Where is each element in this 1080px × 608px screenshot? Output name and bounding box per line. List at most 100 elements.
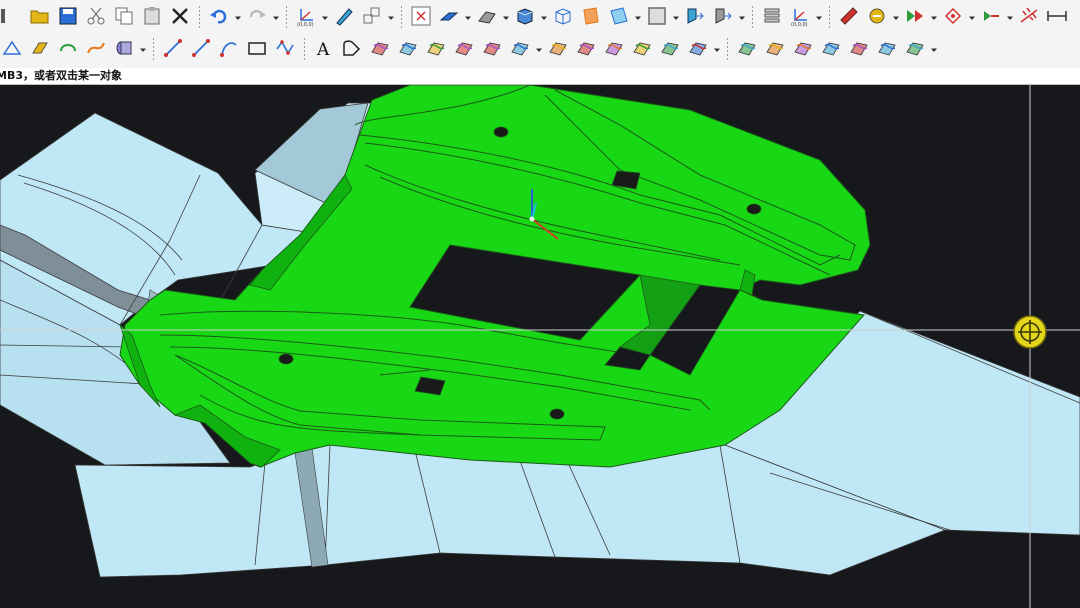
graphics-window[interactable] bbox=[0, 85, 1080, 608]
chevron-down-icon[interactable] bbox=[1007, 6, 1013, 30]
rectangle-button[interactable] bbox=[245, 38, 269, 62]
model-view[interactable] bbox=[0, 85, 1080, 608]
sweep-button[interactable] bbox=[84, 38, 108, 62]
chevron-down-icon[interactable] bbox=[322, 6, 328, 30]
text-button[interactable]: A bbox=[312, 38, 336, 62]
chevron-down-icon[interactable] bbox=[931, 6, 937, 30]
dimension-button[interactable] bbox=[1045, 6, 1069, 30]
extrude-button[interactable] bbox=[28, 38, 52, 62]
revolve-button[interactable] bbox=[56, 38, 80, 62]
wcs-origin-button[interactable]: (0,0,0) bbox=[294, 6, 318, 30]
redo-button[interactable] bbox=[245, 6, 269, 30]
chevron-down-icon[interactable] bbox=[816, 6, 822, 30]
delete-button[interactable] bbox=[168, 6, 192, 30]
chevron-down-icon[interactable] bbox=[893, 6, 899, 30]
copy-icon bbox=[113, 5, 135, 31]
chevron-down-icon[interactable] bbox=[536, 38, 542, 62]
shaded-block-button[interactable] bbox=[513, 6, 537, 30]
background-color-button[interactable] bbox=[645, 6, 669, 30]
chevron-down-icon[interactable] bbox=[635, 6, 641, 30]
intersect-curve-button[interactable] bbox=[396, 38, 420, 62]
render-style-button[interactable] bbox=[475, 6, 499, 30]
edit-object-icon bbox=[333, 5, 355, 31]
sketch-button[interactable] bbox=[0, 38, 24, 62]
chevron-down-icon[interactable] bbox=[388, 6, 394, 30]
transform-button[interactable] bbox=[360, 6, 384, 30]
project-curve-button[interactable] bbox=[368, 38, 392, 62]
studio-surface-icon bbox=[792, 37, 814, 63]
studio-surface-button[interactable] bbox=[791, 38, 815, 62]
delete-icon bbox=[169, 5, 191, 31]
join-curve-button[interactable] bbox=[630, 38, 654, 62]
patch-button[interactable] bbox=[875, 38, 899, 62]
point-snap-icon bbox=[980, 5, 1002, 31]
measure-button[interactable] bbox=[837, 6, 861, 30]
open-folder-button[interactable] bbox=[28, 6, 52, 30]
surface-from-curves-button[interactable] bbox=[508, 38, 532, 62]
line-button[interactable] bbox=[161, 38, 185, 62]
edit-object-button[interactable] bbox=[332, 6, 356, 30]
analysis-icon bbox=[866, 5, 888, 31]
show-only-button[interactable] bbox=[711, 6, 735, 30]
analysis-button[interactable] bbox=[865, 6, 889, 30]
snap-button[interactable] bbox=[941, 6, 965, 30]
layers-button[interactable] bbox=[760, 6, 784, 30]
chevron-down-icon[interactable] bbox=[673, 6, 679, 30]
project-curve-icon bbox=[369, 37, 391, 63]
csys-icon: (0,0,0) bbox=[789, 5, 811, 31]
fit-view-button[interactable] bbox=[409, 6, 433, 30]
chevron-down-icon[interactable] bbox=[235, 6, 241, 30]
partial-icon-edge-button[interactable] bbox=[0, 6, 24, 30]
smooth-curve-button[interactable] bbox=[658, 38, 682, 62]
polyline-button[interactable] bbox=[273, 38, 297, 62]
chevron-down-icon[interactable] bbox=[465, 6, 471, 30]
chevron-down-icon[interactable] bbox=[541, 6, 547, 30]
paste-icon bbox=[141, 5, 163, 31]
divide-curve-button[interactable] bbox=[602, 38, 626, 62]
section-button[interactable] bbox=[579, 6, 603, 30]
toolbar-separator bbox=[727, 38, 728, 62]
edit-curve-button[interactable] bbox=[546, 38, 570, 62]
chevron-down-icon[interactable] bbox=[931, 38, 937, 62]
ruled-surface-button[interactable] bbox=[735, 38, 759, 62]
wireframe-block-button[interactable] bbox=[551, 6, 575, 30]
isoparametric-button[interactable] bbox=[480, 38, 504, 62]
cut-button[interactable] bbox=[84, 6, 108, 30]
undo-button[interactable] bbox=[207, 6, 231, 30]
show-only-icon bbox=[712, 5, 734, 31]
show-hide-button[interactable] bbox=[683, 6, 707, 30]
csys-button[interactable]: (0,0,0) bbox=[788, 6, 812, 30]
toolbar-row-curves-surfaces: A bbox=[0, 34, 1080, 66]
paste-button[interactable] bbox=[140, 6, 164, 30]
line-two-point-button[interactable] bbox=[189, 38, 213, 62]
through-curves-button[interactable] bbox=[763, 38, 787, 62]
chevron-down-icon[interactable] bbox=[739, 6, 745, 30]
point-snap-button[interactable] bbox=[979, 6, 1003, 30]
view-orient-button[interactable] bbox=[437, 6, 461, 30]
trim-curve-button[interactable] bbox=[452, 38, 476, 62]
polyline-icon bbox=[274, 37, 296, 63]
tube-button[interactable] bbox=[112, 38, 136, 62]
bridge-curve-button[interactable] bbox=[424, 38, 448, 62]
chevron-down-icon[interactable] bbox=[140, 38, 146, 62]
chevron-down-icon[interactable] bbox=[969, 6, 975, 30]
grid-button[interactable] bbox=[1017, 6, 1041, 30]
n-sided-surface-button[interactable] bbox=[819, 38, 843, 62]
thicken-button[interactable] bbox=[903, 38, 927, 62]
chevron-down-icon[interactable] bbox=[503, 6, 509, 30]
crosshair-snap-icon[interactable] bbox=[1013, 315, 1047, 349]
curve-analysis-button[interactable] bbox=[686, 38, 710, 62]
split-curve-button[interactable] bbox=[574, 38, 598, 62]
copy-button[interactable] bbox=[112, 6, 136, 30]
face-blend-button[interactable] bbox=[847, 38, 871, 62]
arc-button[interactable] bbox=[217, 38, 241, 62]
select-filter-button[interactable] bbox=[903, 6, 927, 30]
clip-plane-button[interactable] bbox=[607, 6, 631, 30]
chevron-down-icon[interactable] bbox=[714, 38, 720, 62]
toolbar-separator bbox=[304, 38, 305, 62]
chevron-down-icon[interactable] bbox=[273, 6, 279, 30]
cut-icon bbox=[85, 5, 107, 31]
save-button[interactable] bbox=[56, 6, 80, 30]
svg-text:A: A bbox=[316, 40, 330, 59]
offset-curve-button[interactable] bbox=[340, 38, 364, 62]
